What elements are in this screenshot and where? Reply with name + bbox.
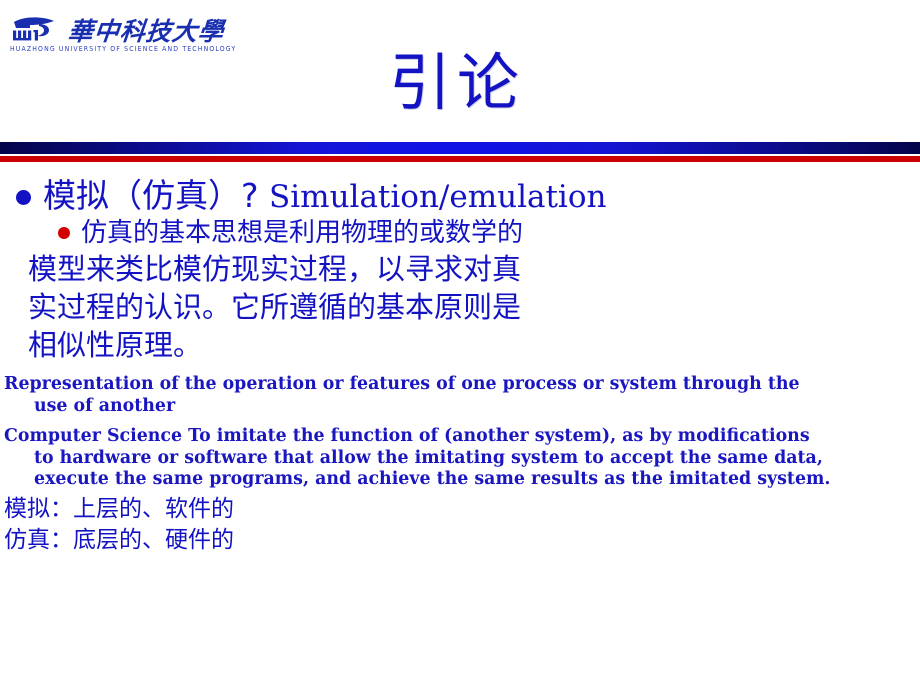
slide-canvas: 華中科技大學 HUAZHONG UNIVERSITY OF SCIENCE AN… [0,0,920,690]
chinese-body-lines: 模型来类比模仿现实过程，以寻求对真 实过程的认识。它所遵循的基本原则是 相似性原… [0,250,920,365]
english-paragraph: Representation of the operation or featu… [0,374,920,417]
bullet-level1-text: 模拟（仿真）? Simulation/emulation [43,176,607,215]
red-disc-bullet-icon [58,226,70,239]
divider-bar-blue [0,142,920,154]
bullet-level2-text: 仿真的基本思想是利用物理的或数学的 [81,217,524,248]
bullet-level1: 模拟（仿真）? Simulation/emulation [0,176,920,215]
divider-bar-red [0,156,920,162]
english-paragraph-continuation: to hardware or software that allow the i… [34,447,831,489]
logo-chinese-name: 華中科技大學 [66,17,226,46]
chinese-line: 相似性原理。 [28,328,203,363]
slide-body: 模拟（仿真）? Simulation/emulation 仿真的基本思想是利用物… [0,176,920,556]
logo-row: 華中科技大學 [8,14,226,46]
chinese-tail-line: 模拟：上层的、软件的 [4,496,234,523]
blue-disc-bullet-icon [16,190,31,205]
english-paragraph-lead: Representation of the operation or featu… [4,374,800,395]
chinese-line: 模型来类比模仿现实过程，以寻求对真 [28,251,522,286]
hust-shield-icon [8,14,60,44]
chinese-line: 实过程的认识。它所遵循的基本原则是 [28,289,522,324]
bullet-level1-latin: Simulation/emulation [269,179,607,215]
page-title: 引论 [388,46,525,119]
english-paragraph-continuation: use of another [34,395,176,416]
bullet-level2: 仿真的基本思想是利用物理的或数学的 [0,219,920,248]
university-logo: 華中科技大學 HUAZHONG UNIVERSITY OF SCIENCE AN… [8,14,235,54]
bullet-level1-chinese: 模拟（仿真）? [43,176,270,215]
english-paragraph-lead: Computer Science To imitate the function… [4,426,810,447]
english-paragraph: Computer Science To imitate the function… [0,426,920,490]
chinese-tail-lines: 模拟：上层的、软件的 仿真：底层的、硬件的 [0,494,920,555]
chinese-tail-line: 仿真：底层的、硬件的 [4,526,234,553]
